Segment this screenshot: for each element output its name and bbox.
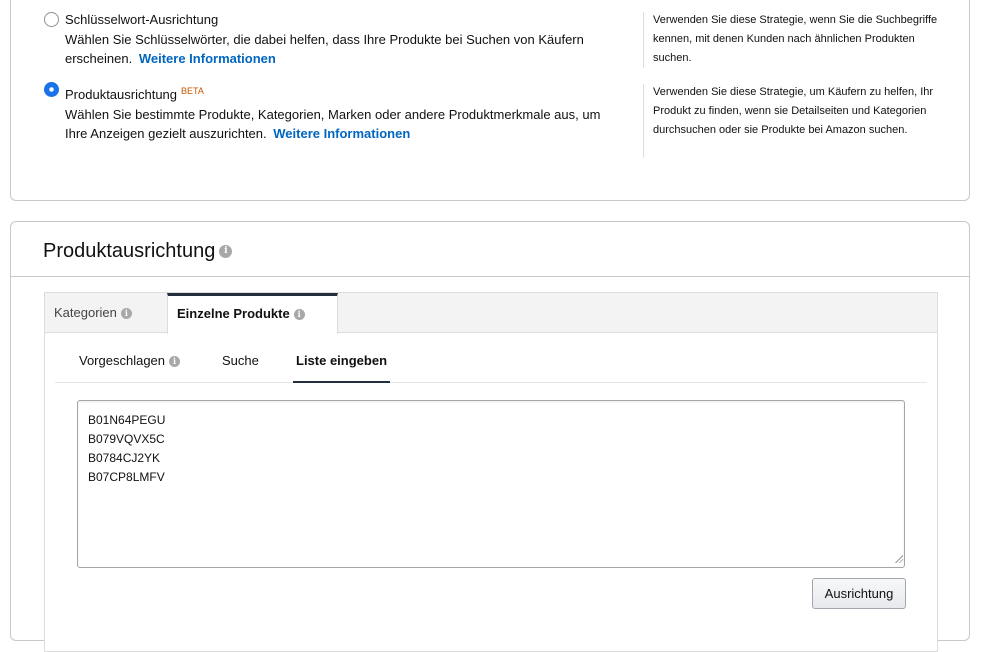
info-icon[interactable]: i	[219, 245, 233, 259]
option-keyword-targeting[interactable]: Schlüsselwort-Ausrichtung Wählen Sie Sch…	[44, 12, 624, 72]
tab-label: Einzelne Produkte	[177, 306, 290, 321]
radio-unchecked-icon[interactable]	[44, 12, 59, 27]
info-icon[interactable]: i	[169, 356, 181, 368]
option-hint: Verwenden Sie diese Strategie, um Käufer…	[653, 86, 934, 136]
info-icon[interactable]: i	[293, 309, 305, 321]
panel-title: Produktausrichtung i	[43, 239, 233, 263]
beta-badge: BETA	[181, 86, 204, 96]
option-title: Produktausrichtung BETA	[65, 86, 204, 103]
resize-handle[interactable]	[894, 554, 903, 563]
learn-more-link[interactable]: Weitere Informationen	[139, 51, 276, 66]
panel-title-text: Produktausrichtung	[43, 240, 216, 262]
targeting-tabs: Kategorien i Einzelne Produkte i Vorgeschl…	[44, 292, 938, 652]
tab-individual-products[interactable]: Einzelne Produkte i	[167, 293, 338, 334]
hint-divider	[643, 84, 644, 158]
info-icon[interactable]: i	[120, 308, 132, 320]
learn-more-link[interactable]: Weitere Informationen	[273, 126, 410, 141]
option-description: Wählen Sie bestimmte Produkte, Kategorie…	[65, 105, 625, 143]
tab-label: Kategorien	[54, 305, 117, 320]
option-title-text: Produktausrichtung	[65, 87, 178, 102]
option-hint: Verwenden Sie diese Strategie, wenn Sie …	[653, 14, 938, 64]
subtab-enter-list[interactable]: Liste eingeben	[293, 341, 391, 383]
radio-checked-icon[interactable]	[44, 82, 59, 97]
subtab-bar: Vorgeschlagen i Suche Liste eingeben	[55, 341, 927, 383]
product-targeting-panel: Produktausrichtung i Kategorien i Einzelne…	[10, 221, 970, 652]
option-title: Schlüsselwort-Ausrichtung	[65, 12, 219, 27]
asin-list-input[interactable]	[77, 400, 905, 568]
apply-targeting-button[interactable]: Ausrichtung	[812, 578, 906, 609]
tab-categories[interactable]: Kategorien i	[45, 293, 167, 333]
subtab-label: Vorgeschlagen	[79, 353, 166, 368]
tab-bar: Kategorien i Einzelne Produkte i	[45, 293, 937, 334]
option-product-targeting[interactable]: Produktausrichtung BETA Wählen Sie bestim…	[44, 82, 624, 144]
subtab-suggested[interactable]: Vorgeschlagen i	[79, 341, 181, 381]
option-description: Wählen Sie Schlüsselwörter, die dabei he…	[65, 30, 625, 68]
panel-header: Produktausrichtung i	[11, 222, 969, 277]
subtab-search[interactable]: Suche	[222, 341, 259, 381]
hint-divider	[643, 12, 644, 68]
